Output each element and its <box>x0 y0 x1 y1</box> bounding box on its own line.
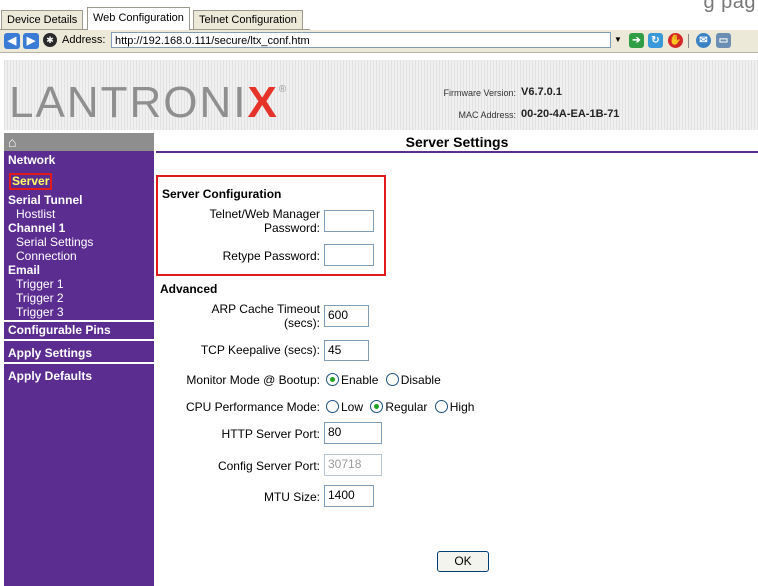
sidebar-item-trigger-2[interactable]: Trigger 2 <box>16 291 64 305</box>
monitor-mode-label: Monitor Mode @ Bootup: <box>186 373 320 387</box>
sidebar-item-trigger-1[interactable]: Trigger 1 <box>16 277 64 291</box>
cpu-high-option[interactable]: High <box>434 400 474 414</box>
sidebar-item-trigger-3[interactable]: Trigger 3 <box>16 305 64 319</box>
sidebar-item-serial-tunnel[interactable]: Serial Tunnel <box>8 193 82 207</box>
http-server-port-label: HTTP Server Port: <box>221 427 320 441</box>
sidebar-item-server[interactable]: Server <box>9 173 53 190</box>
tcp-keepalive-field[interactable]: 45 <box>324 340 369 361</box>
go-icon[interactable]: ➔ <box>629 33 644 48</box>
refresh-icon[interactable]: ↻ <box>648 33 663 48</box>
sidebar-item-apply-settings[interactable]: Apply Settings <box>8 346 92 360</box>
sidebar-divider <box>4 362 154 364</box>
sidebar-item-email[interactable]: Email <box>8 263 40 277</box>
mtu-size-label: MTU Size: <box>263 490 320 504</box>
firmware-version-value: V6.7.0.1 <box>521 86 562 98</box>
lantronix-logo: LANTRONIX® <box>9 78 289 127</box>
sidebar-item-connection[interactable]: Connection <box>16 249 77 263</box>
sidebar-divider <box>4 339 154 341</box>
server-configuration-heading: Server Configuration <box>162 187 282 201</box>
advanced-heading: Advanced <box>160 282 218 296</box>
home-icon[interactable]: ⌂ <box>4 133 154 151</box>
sidebar-item-network[interactable]: Network <box>8 153 55 167</box>
tab-web-configuration[interactable]: Web Configuration <box>87 7 190 30</box>
title-underline <box>156 151 758 153</box>
ok-button[interactable]: OK <box>437 551 489 572</box>
config-server-port-field: 30718 <box>324 454 382 476</box>
page-title: Server Settings <box>405 134 509 150</box>
address-label: Address: <box>62 34 106 46</box>
monitor-icon[interactable]: ▭ <box>716 33 731 48</box>
sidebar-divider <box>4 320 154 322</box>
mtu-size-field[interactable]: 1400 <box>324 485 374 507</box>
config-server-port-label: Config Server Port: <box>217 459 320 473</box>
address-dropdown-icon[interactable]: ▼ <box>612 33 624 47</box>
password-label: Telnet/Web Manager Password: <box>209 207 320 235</box>
arp-cache-timeout-field[interactable]: 600 <box>324 305 369 327</box>
radio-checked-icon[interactable] <box>326 373 339 386</box>
tab-device-details[interactable]: Device Details <box>1 10 84 29</box>
cpu-low-option[interactable]: Low <box>326 400 363 414</box>
monitor-mode-disable-option[interactable]: Disable <box>385 373 441 387</box>
cpu-performance-radio-group: Low Regular High <box>326 400 478 414</box>
forward-arrow-icon[interactable]: ▶ <box>23 33 39 49</box>
chat-icon[interactable]: ✉ <box>696 33 711 48</box>
cpu-performance-label: CPU Performance Mode: <box>185 400 320 414</box>
tab-strip: Device Details Web Configuration Telnet … <box>0 0 758 30</box>
back-arrow-icon[interactable]: ◀ <box>4 33 20 49</box>
cpu-regular-option[interactable]: Regular <box>370 400 427 414</box>
monitor-mode-enable-option[interactable]: Enable <box>326 373 378 387</box>
firmware-version-label: Firmware Version: <box>443 88 516 98</box>
tab-telnet-configuration[interactable]: Telnet Configuration <box>193 10 303 29</box>
radio-unchecked-icon[interactable] <box>434 400 448 413</box>
http-server-port-field[interactable]: 80 <box>324 422 382 444</box>
tcp-keepalive-label: TCP Keepalive (secs): <box>200 343 320 357</box>
retype-password-field[interactable] <box>324 244 374 266</box>
monitor-mode-radio-group: Enable Disable <box>326 373 445 387</box>
retype-password-label: Retype Password: <box>222 249 320 263</box>
globe-icon: ✱ <box>43 33 57 47</box>
radio-unchecked-icon[interactable] <box>326 400 339 413</box>
arp-cache-timeout-label: ARP Cache Timeout (secs): <box>211 302 321 330</box>
toolbar-separator <box>688 34 689 48</box>
password-field[interactable] <box>324 210 374 232</box>
radio-checked-icon[interactable] <box>370 400 384 413</box>
stop-icon[interactable]: ✋ <box>668 33 683 48</box>
sidebar-item-configurable-pins[interactable]: Configurable Pins <box>8 323 111 337</box>
sidebar-nav: ⌂ Network Server Serial Tunnel Hostlist … <box>4 133 154 586</box>
sidebar-item-channel-1[interactable]: Channel 1 <box>8 221 65 235</box>
background-page-text: g pag <box>703 0 756 13</box>
radio-unchecked-icon[interactable] <box>385 373 399 386</box>
mac-address-value: 00-20-4A-EA-1B-71 <box>521 108 620 120</box>
address-input[interactable]: http://192.168.0.111/secure/ltx_conf.htm <box>111 32 611 48</box>
sidebar-item-apply-defaults[interactable]: Apply Defaults <box>8 369 92 383</box>
browser-toolbar: ◀ ▶ ✱ Address: http://192.168.0.111/secu… <box>0 30 758 53</box>
page-header: LANTRONIX® Firmware Version: V6.7.0.1 MA… <box>4 60 758 130</box>
sidebar-item-serial-settings[interactable]: Serial Settings <box>16 235 93 249</box>
mac-address-label: MAC Address: <box>458 110 516 120</box>
sidebar-item-hostlist[interactable]: Hostlist <box>16 207 55 221</box>
